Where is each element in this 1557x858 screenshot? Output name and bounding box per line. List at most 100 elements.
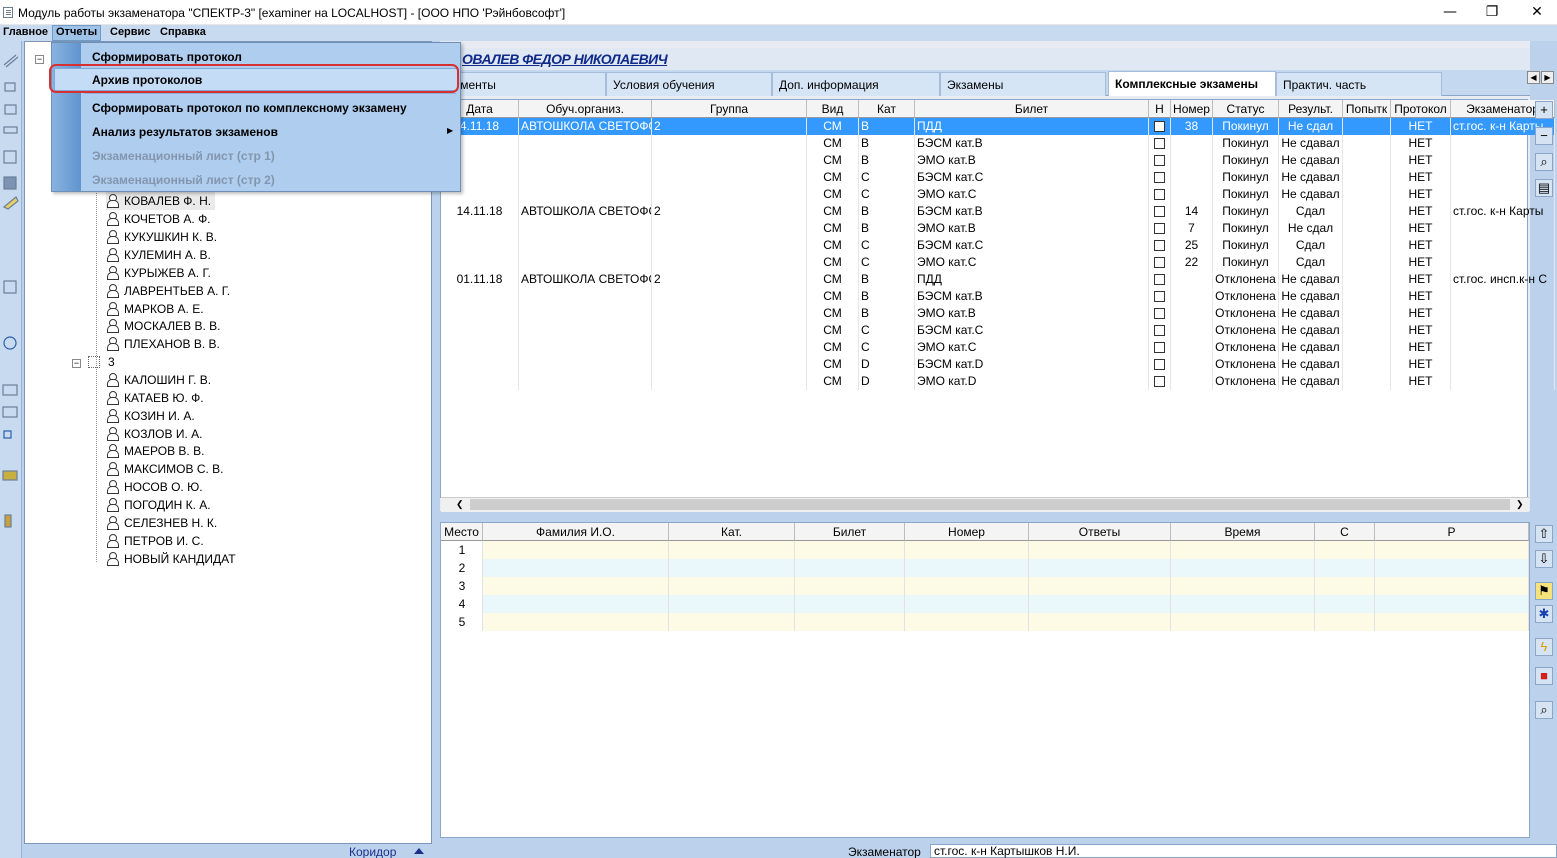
tree-item[interactable]: КУЛЕМИН А. В. [106,246,211,264]
examiner-field[interactable]: ст.гос. к-н Картышков Н.И. [930,844,1557,858]
table-row[interactable]: СМ В ЭМО кат.В 7 Покинул Не сдал НЕТ [441,220,1555,237]
checkbox[interactable] [1154,257,1165,268]
scroll-right-icon[interactable]: ❯ [1516,499,1524,510]
column-header[interactable]: Номер [905,523,1029,541]
column-header[interactable]: Обуч.организ. [519,100,652,118]
collapse-group-icon[interactable]: − [72,359,81,368]
column-header[interactable]: Статус [1213,100,1279,118]
tree-item[interactable]: КАТАЕВ Ю. Ф. [106,389,204,407]
checkbox[interactable] [1154,138,1165,149]
checkbox[interactable] [1154,308,1165,319]
tab-practical-part[interactable]: Практич. часть [1276,72,1442,96]
column-header[interactable]: Время [1171,523,1315,541]
tree-item[interactable]: МАКСИМОВ С. В. [106,460,224,478]
column-header[interactable]: Р [1375,523,1529,541]
column-header[interactable]: Билет [915,100,1149,118]
tab-additional-info[interactable]: Доп. информация [772,72,940,96]
tree-item[interactable]: НОВЫЙ КАНДИДАТ [106,550,236,568]
search-icon[interactable]: ⌕ [1535,701,1553,719]
seat-row[interactable]: 1 [441,541,1529,559]
checkbox[interactable] [1154,342,1165,353]
column-header[interactable]: Ответы [1029,523,1171,541]
tree-item[interactable]: НОСОВ О. Ю. [106,478,203,496]
corridor-label[interactable]: Коридор [349,845,396,858]
document-icon[interactable]: ▤ [1535,179,1553,197]
tab-scroll-left-icon[interactable]: ◀ [1527,71,1540,84]
checkbox[interactable] [1154,274,1165,285]
chevron-up-icon[interactable] [414,848,424,854]
menu-service[interactable]: Сервис [107,25,153,41]
column-header[interactable]: Результ. [1279,100,1343,118]
tree-item[interactable]: СЕЛЕЗНЕВ Н. К. [106,514,217,532]
tab-training-conditions[interactable]: Условия обучения [606,72,772,96]
table-row[interactable]: СМ В БЭСМ кат.В Покинул Не сдавал НЕТ [441,135,1555,152]
tree-item[interactable]: КУРЫЖЕВ А. Г. [106,264,211,282]
table-row[interactable]: СМ С БЭСМ кат.С 25 Покинул Сдал НЕТ [441,237,1555,254]
table-row[interactable]: СМ С БЭСМ кат.С Покинул Не сдавал НЕТ [441,169,1555,186]
zoom-icon[interactable]: ⌕ [1535,153,1553,171]
menu-exam-analysis[interactable]: Анализ результатов экзаменов [92,121,278,143]
seat-row[interactable]: 3 [441,577,1529,595]
checkbox[interactable] [1154,155,1165,166]
tree-item[interactable]: ПЕТРОВ И. С. [106,532,204,550]
column-header[interactable]: Вид [807,100,859,118]
table-row[interactable]: 4.11.18 АВТОШКОЛА СВЕТОФО 2 СМ В ПДД 38 Покинул… [441,118,1555,135]
tree-item[interactable]: МАЕРОВ В. В. [106,442,204,460]
tree-item[interactable]: ЛАВРЕНТЬЕВ А. Г. [106,282,230,300]
column-header[interactable]: Кат. [669,523,795,541]
table-row[interactable]: СМ В БЭСМ кат.В Отклонена Не сдавал НЕТ [441,288,1555,305]
menu-complex-protocol[interactable]: Сформировать протокол по комплексному эк… [92,97,407,119]
column-header[interactable]: С [1315,523,1375,541]
puzzle-icon[interactable]: ✱ [1535,605,1553,623]
scroll-thumb[interactable] [470,499,1510,510]
tree-item[interactable]: КОЧЕТОВ А. Ф. [106,210,211,228]
checkbox[interactable] [1154,376,1165,387]
checkbox[interactable] [1154,172,1165,183]
tree-group-label[interactable]: 3 [108,353,115,371]
table-row[interactable]: СМ В ЭМО кат.В Отклонена Не сдавал НЕТ [441,305,1555,322]
menu-main[interactable]: Главное [0,25,51,41]
checkbox[interactable] [1154,240,1165,251]
column-header[interactable]: Попытк [1343,100,1391,118]
tab-complex-exams[interactable]: Комплексные экзамены [1108,71,1276,96]
tree-item[interactable]: МОСКАЛЕВ В. В. [106,317,220,335]
table-row[interactable]: СМ В ЭМО кат.В Покинул Не сдавал НЕТ [441,152,1555,169]
column-header[interactable]: Билет [795,523,905,541]
checkbox[interactable] [1154,223,1165,234]
table-row[interactable]: СМ D ЭМО кат.D Отклонена Не сдавал НЕТ [441,373,1555,390]
column-header[interactable]: Номер [1171,100,1213,118]
tree-item[interactable]: МАРКОВ А. Е. [106,300,204,318]
column-header[interactable]: Фамилия И.О. [483,523,669,541]
minimize-button[interactable]: — [1427,0,1473,25]
tab-exams[interactable]: Экзамены [940,72,1106,96]
lightning-icon[interactable]: ϟ [1535,638,1553,656]
seat-row[interactable]: 4 [441,595,1529,613]
restore-button[interactable]: ❐ [1469,0,1515,25]
checkbox[interactable] [1154,325,1165,336]
stop-icon[interactable]: ■ [1535,667,1553,685]
column-header[interactable]: Кат [859,100,915,118]
checkbox[interactable] [1154,206,1165,217]
tree-item[interactable]: ПОГОДИН К. А. [106,496,211,514]
column-header[interactable]: Н [1149,100,1171,118]
tab-scroll-right-icon[interactable]: ▶ [1541,71,1554,84]
table-row[interactable]: СМ С ЭМО кат.С Отклонена Не сдавал НЕТ [441,339,1555,356]
tree-item[interactable]: КОЗЛОВ И. А. [106,425,202,443]
table-row[interactable]: 01.11.18 АВТОШКОЛА СВЕТОФО 2 СМ В ПДД Отклонен… [441,271,1555,288]
menu-reports[interactable]: Отчеты [52,25,102,41]
tree-item[interactable]: КУКУШКИН К. В. [106,228,217,246]
move-up-icon[interactable]: ⇧ [1535,525,1553,543]
column-header[interactable]: Протокол [1391,100,1451,118]
tree-item[interactable]: КАЛОШИН Г. В. [106,371,211,389]
close-button[interactable]: ✕ [1514,0,1557,25]
column-header[interactable]: Группа [652,100,807,118]
move-down-icon[interactable]: ⇩ [1535,550,1553,568]
checkbox[interactable] [1154,359,1165,370]
table-row[interactable]: СМ С ЭМО кат.С 22 Покинул Сдал НЕТ [441,254,1555,271]
flag-icon[interactable]: ⚑ [1535,582,1553,600]
seat-row[interactable]: 5 [441,613,1529,631]
tab-documents[interactable]: кументы [442,72,606,96]
collapse-root-icon[interactable]: − [35,55,44,64]
add-icon[interactable]: + [1535,101,1553,119]
checkbox[interactable] [1154,121,1165,132]
